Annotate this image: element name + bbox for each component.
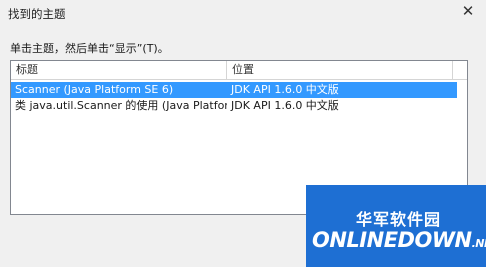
- list-header: 标题 位置: [11, 61, 467, 80]
- column-header-location[interactable]: 位置: [227, 61, 453, 79]
- column-header-title[interactable]: 标题: [11, 61, 227, 79]
- watermark-english-text: ONLINEDOWN.NET: [312, 228, 486, 252]
- watermark-english-main: ONLINEDOWN: [312, 228, 472, 252]
- item-title: 类 java.util.Scanner 的使用 (Java Platfor...: [15, 99, 227, 112]
- watermark-chinese-text: 华军软件园: [356, 210, 442, 229]
- list-item[interactable]: 类 java.util.Scanner 的使用 (Java Platfor...…: [11, 98, 457, 114]
- close-icon[interactable]: ✕: [460, 3, 476, 19]
- instruction-text: 单击主题，然后单击“显示”(T)。: [10, 42, 169, 55]
- item-title: Scanner (Java Platform SE 6): [15, 83, 174, 96]
- watermark-suffix: .NET: [471, 237, 486, 250]
- item-location: JDK API 1.6.0 中文版: [231, 99, 339, 112]
- dialog-title: 找到的主题: [8, 7, 66, 21]
- list-item[interactable]: Scanner (Java Platform SE 6) JDK API 1.6…: [11, 82, 457, 98]
- item-location: JDK API 1.6.0 中文版: [231, 83, 339, 96]
